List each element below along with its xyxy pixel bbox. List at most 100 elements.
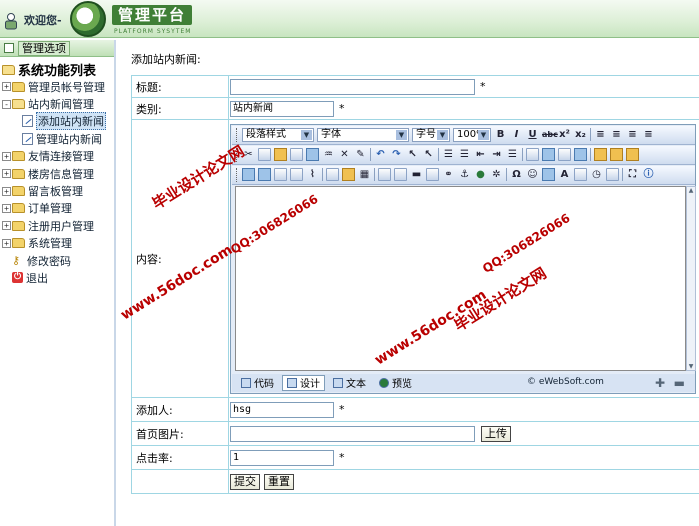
expand-icon[interactable]: + (2, 203, 11, 213)
emoticon-icon[interactable]: ☺ (526, 168, 539, 181)
author-input[interactable]: hsg (230, 401, 334, 418)
word-art-icon[interactable]: A (558, 168, 571, 181)
outdent-icon[interactable]: ⇤ (474, 148, 487, 161)
paste-text-icon[interactable] (290, 148, 303, 161)
date-icon[interactable] (574, 168, 587, 181)
find-icon[interactable]: ♒ (322, 148, 335, 161)
remove-format-icon[interactable] (574, 148, 587, 161)
subscript-icon[interactable]: x₂ (574, 128, 587, 141)
form-icon[interactable] (342, 168, 355, 181)
title-input[interactable] (230, 78, 475, 95)
collapse-icon[interactable]: - (2, 99, 11, 109)
background-color-icon[interactable] (542, 148, 555, 161)
mode-preview-tab[interactable]: 预览 (374, 375, 417, 391)
sidebar-header-label[interactable]: 管理选项 (18, 40, 70, 56)
mode-design-tab[interactable]: 设计 (282, 374, 325, 391)
sidebar-item-10[interactable]: ⚷ 修改密码 (0, 252, 114, 269)
copy-icon[interactable] (258, 148, 271, 161)
paste-icon[interactable] (274, 148, 287, 161)
sidebar-item-9[interactable]: + 系统管理 (0, 235, 114, 252)
upload-button[interactable]: 上传 (481, 425, 511, 442)
editor-scrollbar[interactable] (686, 185, 696, 371)
expand-icon[interactable]: + (2, 221, 11, 231)
about-icon[interactable]: ⓘ (642, 168, 655, 181)
italic-icon[interactable]: I (510, 128, 523, 141)
sidebar-item-0[interactable]: + 管理员帐号管理 (0, 78, 114, 95)
textarea-icon[interactable] (378, 168, 391, 181)
frame-icon[interactable] (610, 148, 623, 161)
align-right-icon[interactable]: ≡ (626, 128, 639, 141)
text-color-icon[interactable] (526, 148, 539, 161)
sidebar-item-5[interactable]: + 楼房信息管理 (0, 165, 114, 182)
line-height-icon[interactable]: ☰ (506, 148, 519, 161)
format-brush-icon[interactable] (558, 148, 571, 161)
image-icon[interactable] (242, 168, 255, 181)
ordered-list-icon[interactable]: ☰ (442, 148, 455, 161)
category-input[interactable]: 站内新闻 (230, 100, 334, 117)
unlink-icon[interactable]: ✲ (490, 168, 503, 181)
expand-icon[interactable]: + (2, 169, 11, 179)
file-icon[interactable] (290, 168, 303, 181)
table-icon[interactable] (594, 148, 607, 161)
unselect-icon[interactable]: ↖ (422, 148, 435, 161)
anchor-icon[interactable]: ⚓ (458, 168, 471, 181)
flash-icon[interactable] (258, 168, 271, 181)
underline-icon[interactable]: U (526, 128, 539, 141)
link-icon[interactable]: ⚭ (442, 168, 455, 181)
indent-icon[interactable]: ⇥ (490, 148, 503, 161)
time-icon[interactable]: ◷ (590, 168, 603, 181)
zoom-select[interactable]: 100% (453, 127, 491, 142)
insert-table-icon[interactable] (326, 168, 339, 181)
sidebar-item-1[interactable]: - 站内新闻管理 (0, 95, 114, 112)
clear-format-icon[interactable]: ✎ (354, 148, 367, 161)
sidebar-item-8[interactable]: + 注册用户管理 (0, 217, 114, 234)
redo-icon[interactable]: ↷ (390, 148, 403, 161)
align-center-icon[interactable]: ≡ (610, 128, 623, 141)
enlarge-icon[interactable]: ✚ (655, 376, 665, 390)
sidebar-item-4[interactable]: + 友情连接管理 (0, 148, 114, 165)
paragraph-style-select[interactable]: 段落样式 (242, 127, 314, 142)
shrink-icon[interactable]: ▬ (674, 376, 685, 390)
attachment-icon[interactable]: ⌇ (306, 168, 319, 181)
font-size-select[interactable]: 字号 (412, 127, 450, 142)
bold-icon[interactable]: B (494, 128, 507, 141)
unordered-list-icon[interactable]: ☰ (458, 148, 471, 161)
expand-icon[interactable]: + (2, 238, 11, 248)
sidebar-item-7[interactable]: + 订单管理 (0, 200, 114, 217)
editor-content-area[interactable] (235, 185, 686, 371)
expand-icon[interactable]: + (2, 151, 11, 161)
align-justify-icon[interactable]: ≡ (642, 128, 655, 141)
expand-icon[interactable]: + (2, 186, 11, 196)
layer-icon[interactable] (626, 148, 639, 161)
delete-icon[interactable]: ✕ (338, 148, 351, 161)
align-left-icon[interactable]: ≡ (594, 128, 607, 141)
sidebar-item-2[interactable]: 添加站内新闻 (0, 112, 114, 131)
clicks-input[interactable]: 1 (230, 449, 334, 466)
image-map-icon[interactable]: ● (474, 168, 487, 181)
horizontal-rule-icon[interactable]: ▬ (410, 168, 423, 181)
sidebar-item-11[interactable]: ⏻ 退出 (0, 269, 114, 286)
special-char-icon[interactable]: Ω (510, 168, 523, 181)
input-box-icon[interactable] (394, 168, 407, 181)
media-icon[interactable] (274, 168, 287, 181)
mode-text-tab[interactable]: 文本 (328, 375, 371, 391)
image-input[interactable] (230, 425, 475, 442)
fullscreen-icon[interactable]: ⛶ (626, 168, 639, 181)
grid-icon[interactable]: ▦ (358, 168, 371, 181)
mode-code-tab[interactable]: 代码 (236, 375, 279, 391)
sidebar-item-3[interactable]: 管理站内新闻 (0, 130, 114, 147)
submit-button[interactable]: 提交 (230, 473, 260, 490)
sidebar-item-6[interactable]: + 留言板管理 (0, 182, 114, 199)
page-break-icon[interactable] (606, 168, 619, 181)
font-select[interactable]: 字体 (317, 127, 409, 142)
reset-button[interactable]: 重置 (264, 473, 294, 490)
superscript-icon[interactable]: x² (558, 128, 571, 141)
undo-icon[interactable]: ↶ (374, 148, 387, 161)
marquee-icon[interactable] (426, 168, 439, 181)
strikethrough-icon[interactable]: abc (542, 128, 558, 141)
excel-icon[interactable] (542, 168, 555, 181)
expand-icon[interactable]: + (2, 82, 11, 92)
cut-icon[interactable]: ✂ (242, 148, 255, 161)
select-all-icon[interactable]: ↖ (406, 148, 419, 161)
paste-word-icon[interactable] (306, 148, 319, 161)
